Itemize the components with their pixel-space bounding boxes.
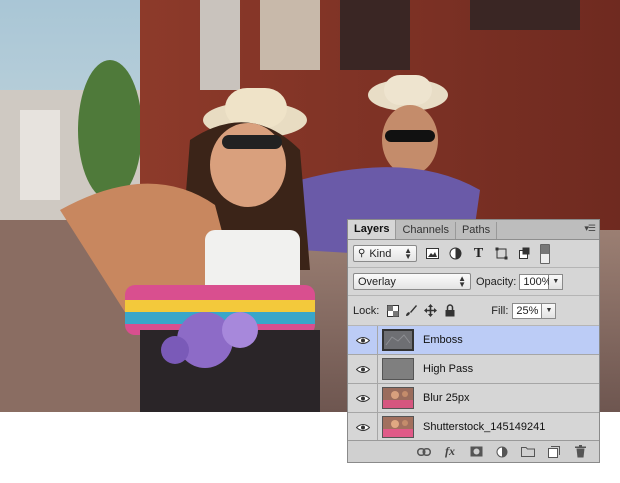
layers-panel: Layers Channels Paths ▾☰ ⚲ Kind ▲ ▼ T Ove…: [347, 219, 600, 463]
adjustment-filter-icon[interactable]: [448, 246, 463, 261]
link-icon[interactable]: [417, 445, 431, 459]
filter-toggle[interactable]: [540, 243, 550, 264]
layer-name: Shutterstock_145149241: [423, 421, 546, 433]
layer-row-high-pass[interactable]: High Pass: [348, 354, 599, 384]
visibility-eye-icon[interactable]: [348, 383, 378, 413]
search-icon: ⚲: [358, 248, 366, 259]
layer-name: Emboss: [423, 334, 463, 346]
panel-menu-icon[interactable]: ▾☰: [584, 223, 596, 234]
visibility-eye-icon[interactable]: [348, 325, 378, 355]
visibility-eye-icon[interactable]: [348, 412, 378, 442]
layer-row-blur[interactable]: Blur 25px: [348, 383, 599, 413]
layer-row-shutterstock[interactable]: Shutterstock_145149241: [348, 412, 599, 442]
visibility-eye-icon[interactable]: [348, 354, 378, 384]
blend-mode-label: Overlay: [358, 275, 396, 288]
lock-all-icon[interactable]: [442, 303, 457, 318]
image-filter-icon[interactable]: [425, 246, 440, 261]
type-filter-icon[interactable]: T: [471, 246, 486, 261]
layers-bottom-toolbar: fx: [348, 440, 599, 462]
trash-icon[interactable]: [573, 445, 587, 459]
fill-input[interactable]: 25%: [512, 302, 543, 319]
layer-thumbnail: [382, 416, 414, 438]
lock-move-icon[interactable]: [423, 303, 438, 318]
fx-icon[interactable]: fx: [443, 444, 457, 459]
filter-kind-select[interactable]: ⚲ Kind ▲ ▼: [353, 245, 417, 262]
opacity-label: Opacity:: [476, 275, 517, 288]
smart-object-filter-icon[interactable]: [517, 246, 532, 261]
panel-tab-bar: Layers Channels Paths ▾☰: [348, 220, 599, 240]
layer-name: Blur 25px: [423, 392, 470, 404]
filter-kind-label: Kind: [369, 247, 392, 260]
layer-thumbnail: [382, 358, 414, 380]
blend-row: Overlay ▲ ▼ Opacity: 100% ▼: [348, 268, 599, 296]
tab-layers[interactable]: Layers: [348, 220, 397, 239]
layer-name: High Pass: [423, 363, 474, 375]
tab-paths[interactable]: Paths: [456, 222, 498, 239]
fill-dropdown[interactable]: ▼: [542, 302, 557, 319]
adjustment-icon[interactable]: [495, 445, 509, 459]
mask-icon[interactable]: [469, 445, 483, 459]
opacity-dropdown[interactable]: ▼: [549, 273, 564, 290]
blend-mode-select[interactable]: Overlay ▲ ▼: [353, 273, 471, 290]
tab-channels[interactable]: Channels: [396, 222, 456, 239]
chevron-updown-icon: ▲ ▼: [404, 246, 412, 261]
lock-transparency-icon[interactable]: [385, 303, 400, 318]
opacity-input[interactable]: 100%: [519, 273, 552, 290]
layer-thumbnail: [382, 329, 414, 351]
layer-row-emboss[interactable]: Emboss: [348, 325, 599, 355]
new-layer-icon[interactable]: [547, 445, 561, 459]
layers-list: Emboss High Pass Blur 25px Shutterstock_…: [348, 325, 599, 442]
fill-label: Fill:: [491, 304, 509, 317]
folder-icon[interactable]: [521, 445, 535, 459]
shape-filter-icon[interactable]: [494, 246, 509, 261]
lock-row: Lock: Fill: 25% ▼: [348, 296, 599, 326]
layer-thumbnail: [382, 387, 414, 409]
chevron-updown-icon: ▲ ▼: [458, 274, 466, 289]
lock-label: Lock:: [353, 304, 380, 317]
lock-brush-icon[interactable]: [404, 303, 419, 318]
filter-row: ⚲ Kind ▲ ▼ T: [348, 240, 599, 268]
